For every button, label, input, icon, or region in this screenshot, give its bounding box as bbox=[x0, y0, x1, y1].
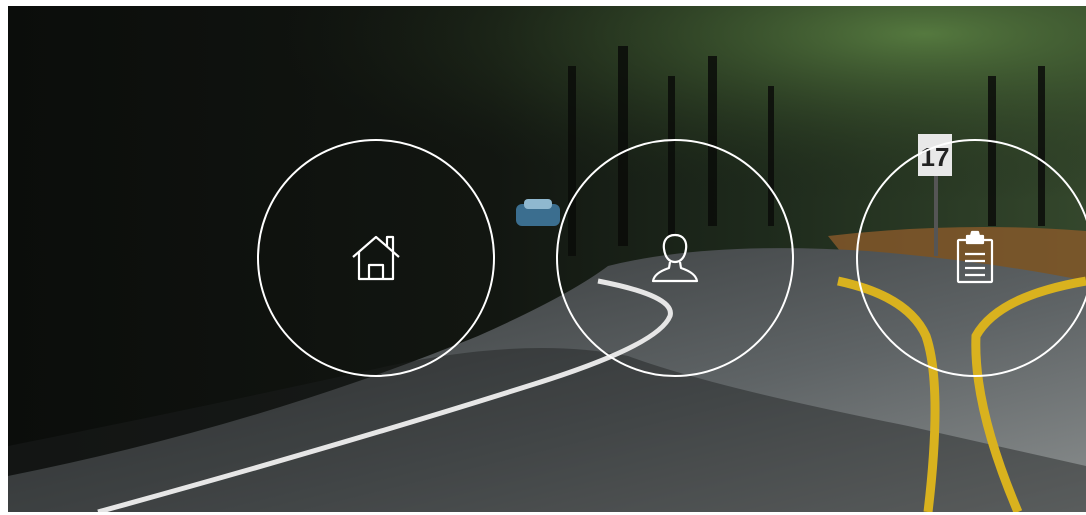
hero-banner: 17 bbox=[8, 6, 1086, 512]
user-icon bbox=[651, 233, 699, 283]
home-button[interactable] bbox=[257, 139, 495, 377]
home-icon bbox=[352, 235, 400, 281]
profile-button[interactable] bbox=[556, 139, 794, 377]
clipboard-icon bbox=[956, 230, 994, 284]
clipboard-button[interactable] bbox=[856, 139, 1086, 377]
